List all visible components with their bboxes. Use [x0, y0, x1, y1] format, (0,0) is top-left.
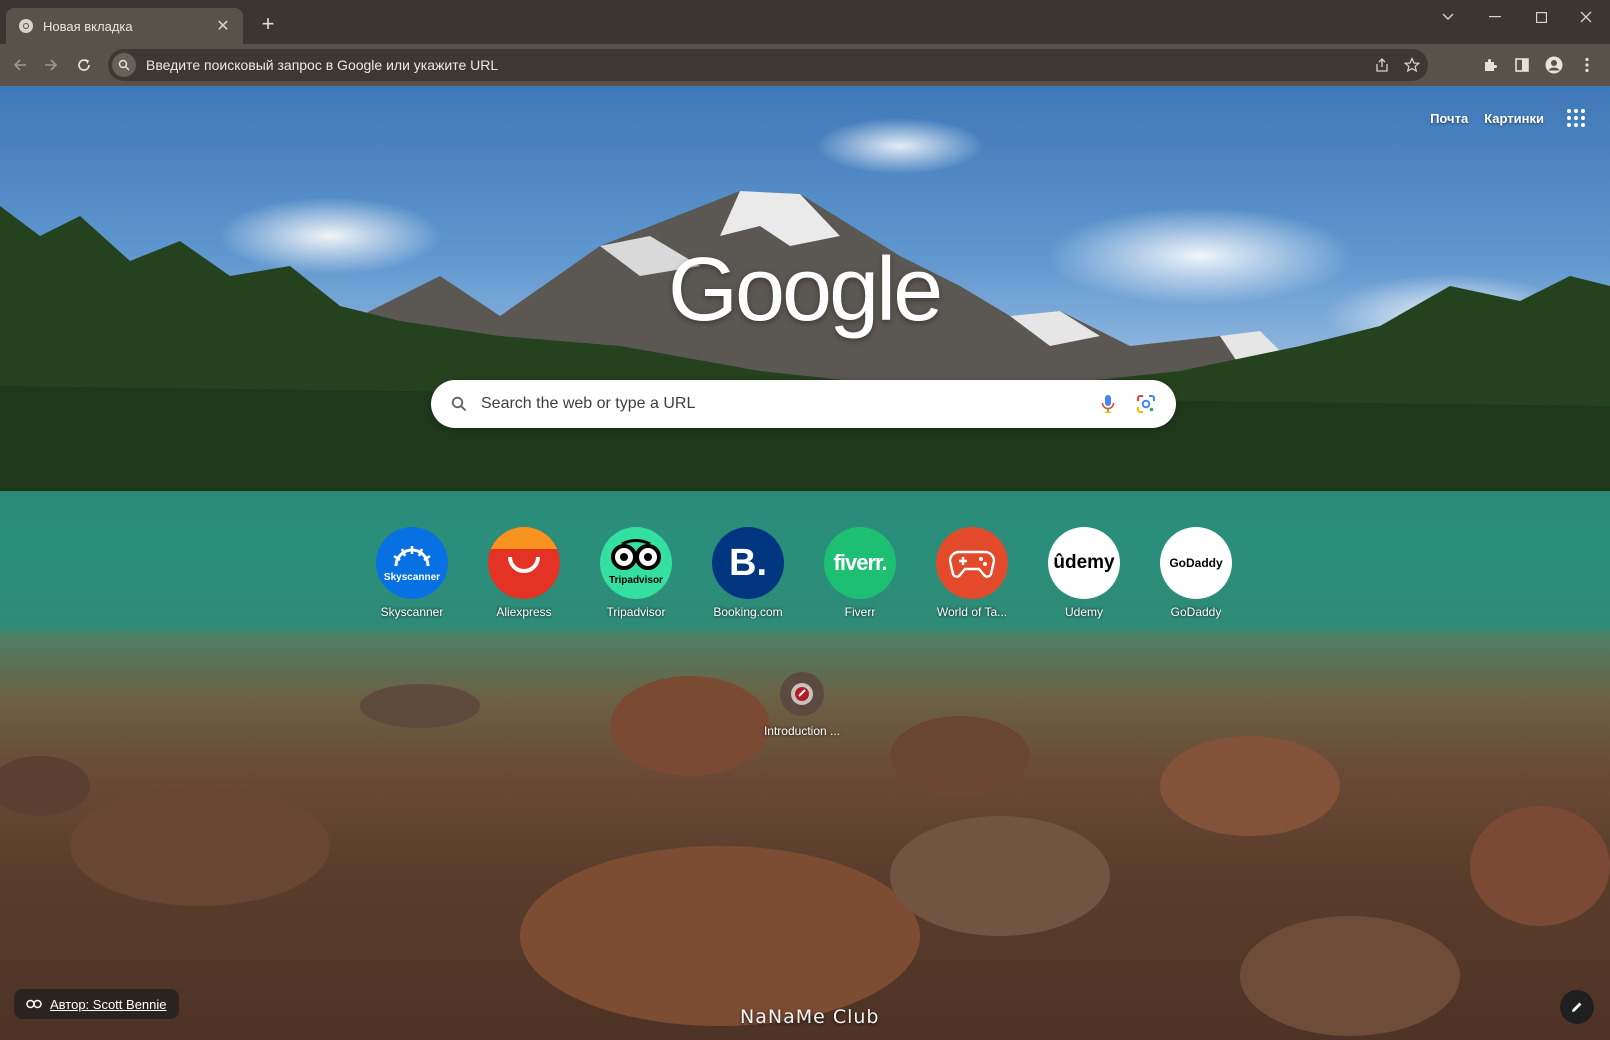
shortcut-label: Booking.com	[713, 605, 783, 619]
introduction-icon	[780, 672, 824, 716]
extensions-icon[interactable]	[1480, 55, 1500, 75]
window-close-icon[interactable]	[1566, 4, 1606, 30]
close-icon[interactable]: ✕	[213, 16, 233, 36]
new-tab-page: Почта Картинки Google Search the web or …	[0, 86, 1610, 1040]
shortcut-label: Udemy	[1064, 605, 1103, 619]
link-icon	[26, 999, 42, 1009]
apps-grid-icon[interactable]	[1564, 106, 1588, 130]
tab-strip: Новая вкладка ✕ +	[0, 0, 1610, 44]
google-lens-icon[interactable]	[1134, 392, 1158, 416]
tab-new-tab[interactable]: Новая вкладка ✕	[6, 8, 243, 44]
profile-avatar-icon[interactable]	[1544, 55, 1564, 75]
shortcut-godaddy[interactable]: GoDaddy GoDaddy	[1140, 523, 1252, 623]
toolbar: Введите поисковый запрос в Google или ук…	[0, 44, 1610, 86]
shortcut-world-of-tanks[interactable]: World of Ta...	[916, 523, 1028, 623]
forward-icon[interactable]	[37, 51, 65, 79]
shortcut-label: World of Ta...	[936, 605, 1008, 619]
shortcut-skyscanner[interactable]: Skyscanner Skyscanner	[356, 523, 468, 623]
images-link[interactable]: Картинки	[1484, 111, 1544, 126]
shortcuts-grid: Skyscanner Skyscanner Aliexpress Tripadv…	[356, 523, 1252, 623]
godaddy-icon: GoDaddy	[1160, 527, 1232, 599]
shortcut-tripadvisor[interactable]: Tripadvisor Tripadvisor	[580, 523, 692, 623]
google-logo: Google	[668, 240, 943, 340]
udemy-icon: ûdemy	[1048, 527, 1120, 599]
omnibox-text[interactable]: Введите поисковый запрос в Google или ук…	[146, 57, 1428, 73]
booking-icon: B.	[712, 527, 784, 599]
photo-attribution-link[interactable]: Автор: Scott Bennie	[14, 989, 179, 1019]
shortcut-udemy[interactable]: ûdemy Udemy	[1028, 523, 1140, 623]
shortcut-label: Fiverr	[844, 605, 876, 619]
chrome-icon	[19, 19, 33, 33]
reload-icon[interactable]	[70, 51, 98, 79]
shortcut-fiverr[interactable]: fiverr. Fiverr	[804, 523, 916, 623]
svg-text:Skyscanner: Skyscanner	[384, 572, 440, 583]
aliexpress-icon	[488, 527, 560, 599]
tripadvisor-icon: Tripadvisor	[600, 527, 672, 599]
omnibox[interactable]: Введите поисковый запрос в Google или ук…	[108, 49, 1428, 81]
shortcut-booking[interactable]: B. Booking.com	[692, 523, 804, 623]
search-box[interactable]	[431, 380, 1176, 428]
search-icon	[112, 53, 136, 77]
shortcut-label: Tripadvisor	[606, 605, 666, 619]
watermark: NaNaMe Club	[740, 1006, 880, 1028]
mail-link[interactable]: Почта	[1430, 111, 1468, 126]
shortcut-aliexpress[interactable]: Aliexpress	[468, 523, 580, 623]
svg-text:Tripadvisor: Tripadvisor	[609, 575, 663, 586]
share-icon[interactable]	[1372, 55, 1392, 75]
shortcut-label: Skyscanner	[380, 605, 444, 619]
menu-kebab-icon[interactable]	[1577, 55, 1597, 75]
attribution-text: Автор: Scott Bennie	[50, 996, 167, 1012]
search-input[interactable]	[481, 395, 1096, 413]
minimize-icon[interactable]	[1475, 4, 1515, 30]
gamepad-icon	[936, 527, 1008, 599]
tab-search-chevron-icon[interactable]	[1428, 4, 1468, 30]
fiverr-icon: fiverr.	[824, 527, 896, 599]
new-tab-button[interactable]: +	[256, 13, 280, 37]
shortcut-introduction[interactable]: Introduction ...	[752, 672, 852, 752]
top-links: Почта Картинки	[1430, 106, 1610, 130]
shortcut-label: Introduction ...	[763, 724, 841, 738]
side-panel-icon[interactable]	[1512, 55, 1532, 75]
search-icon	[449, 394, 469, 414]
microphone-icon[interactable]	[1096, 392, 1120, 416]
shortcut-label: GoDaddy	[1170, 605, 1222, 619]
maximize-icon[interactable]	[1521, 4, 1561, 30]
shortcut-label: Aliexpress	[496, 605, 552, 619]
bookmark-star-icon[interactable]	[1402, 55, 1422, 75]
tab-title: Новая вкладка	[43, 18, 133, 34]
skyscanner-icon: Skyscanner	[376, 527, 448, 599]
back-icon[interactable]	[6, 51, 34, 79]
customize-pencil-icon[interactable]	[1560, 990, 1594, 1024]
